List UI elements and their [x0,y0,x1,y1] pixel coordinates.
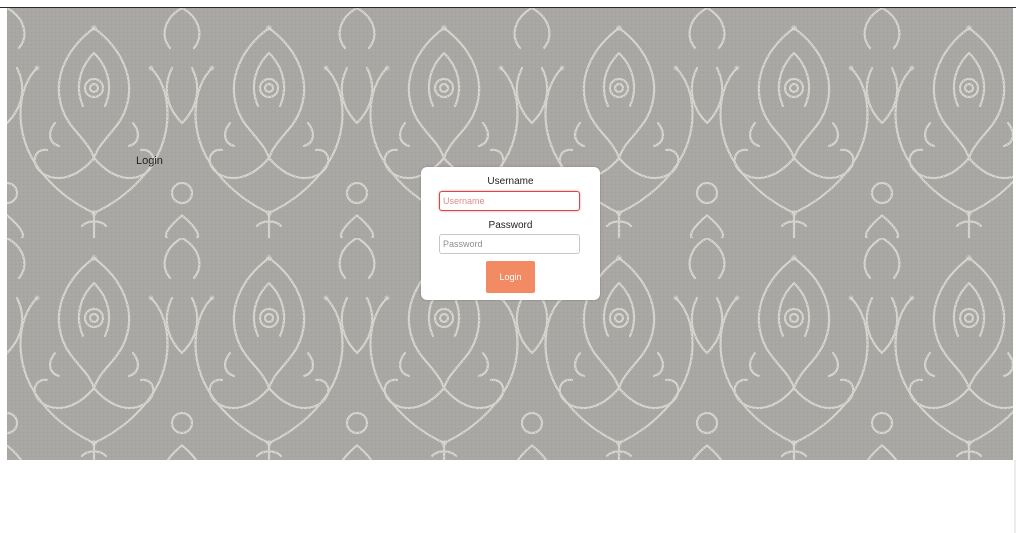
username-input[interactable] [439,191,580,211]
login-card: Username Password Login [421,167,600,300]
password-label: Password [488,220,533,231]
top-edge [0,0,1016,8]
password-input[interactable] [439,234,580,254]
login-button[interactable]: Login [486,261,535,293]
page-title: Login [136,155,163,167]
username-label: Username [487,176,534,187]
